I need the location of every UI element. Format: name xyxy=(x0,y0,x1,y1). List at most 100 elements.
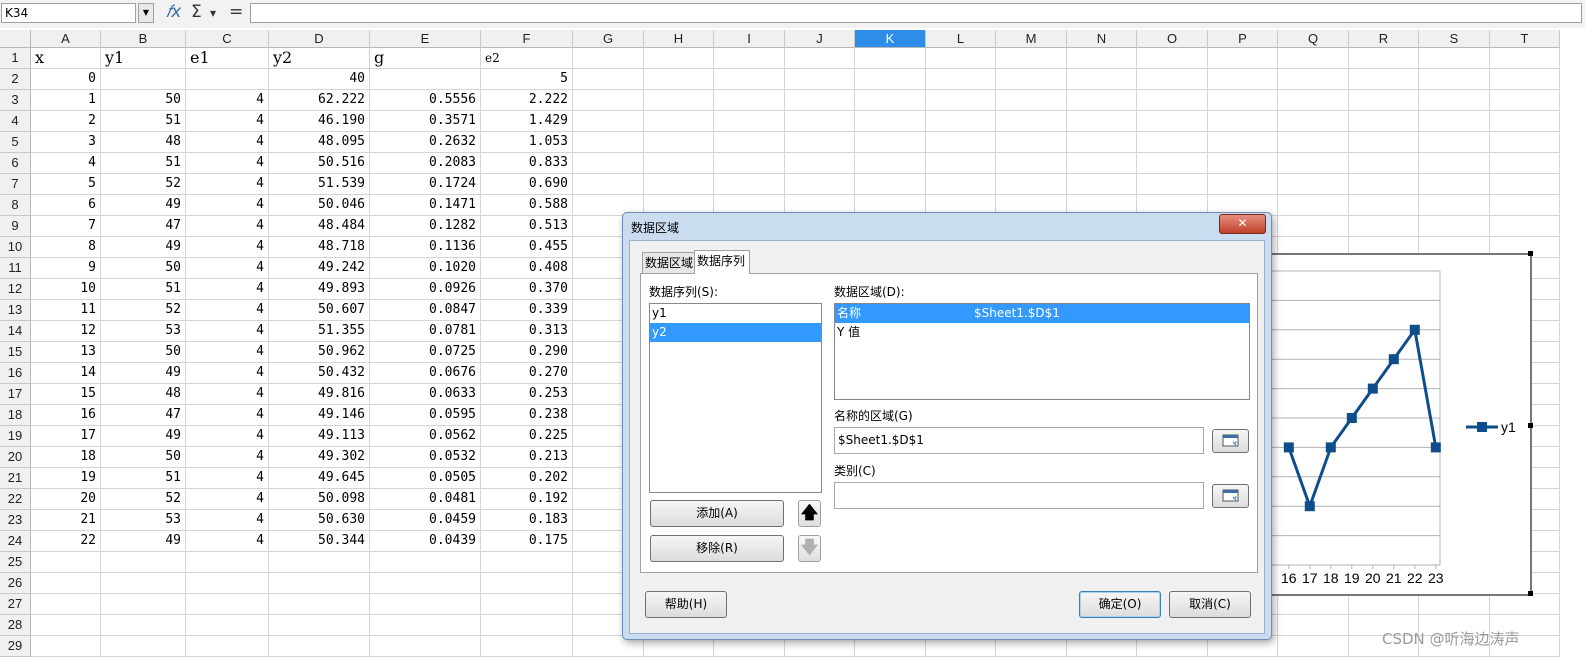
table-cell[interactable] xyxy=(573,90,644,111)
column-header-n[interactable]: N xyxy=(1067,30,1137,48)
table-cell[interactable]: 0.690 xyxy=(481,174,573,195)
table-cell[interactable]: 5 xyxy=(481,69,573,90)
table-cell[interactable] xyxy=(573,111,644,132)
column-header-e[interactable]: E xyxy=(370,30,481,48)
table-cell[interactable]: g xyxy=(370,48,481,69)
table-cell[interactable] xyxy=(31,552,101,573)
table-cell[interactable]: 48 xyxy=(101,384,186,405)
name-range-input[interactable]: $Sheet1.$D$1 xyxy=(834,427,1204,454)
column-header-j[interactable]: J xyxy=(785,30,855,48)
table-cell[interactable] xyxy=(370,573,481,594)
table-cell[interactable]: 50.962 xyxy=(269,342,370,363)
table-cell[interactable]: 4 xyxy=(186,153,269,174)
table-cell[interactable] xyxy=(269,573,370,594)
table-cell[interactable]: 1.429 xyxy=(481,111,573,132)
table-cell[interactable] xyxy=(855,153,926,174)
table-cell[interactable]: 4 xyxy=(186,132,269,153)
table-cell[interactable] xyxy=(186,573,269,594)
table-cell[interactable] xyxy=(1490,69,1560,90)
table-cell[interactable]: 17 xyxy=(31,426,101,447)
table-cell[interactable] xyxy=(481,552,573,573)
chart-resize-handle[interactable] xyxy=(1528,591,1533,596)
table-cell[interactable]: 4 xyxy=(186,321,269,342)
remove-series-button[interactable]: 移除(R) xyxy=(650,535,784,562)
table-cell[interactable] xyxy=(855,111,926,132)
table-cell[interactable] xyxy=(1419,90,1490,111)
table-cell[interactable]: 4 xyxy=(186,531,269,552)
table-cell[interactable] xyxy=(714,174,785,195)
row-header[interactable]: 12 xyxy=(0,279,31,300)
table-cell[interactable] xyxy=(1349,174,1419,195)
table-cell[interactable]: 22 xyxy=(31,531,101,552)
table-cell[interactable]: 0.588 xyxy=(481,195,573,216)
table-cell[interactable]: 51 xyxy=(101,111,186,132)
table-cell[interactable]: 0.213 xyxy=(481,447,573,468)
row-header[interactable]: 3 xyxy=(0,90,31,111)
table-cell[interactable]: 0.0676 xyxy=(370,363,481,384)
table-cell[interactable] xyxy=(1208,174,1278,195)
table-cell[interactable]: 0.313 xyxy=(481,321,573,342)
table-cell[interactable]: 0.455 xyxy=(481,237,573,258)
table-cell[interactable]: 48.718 xyxy=(269,237,370,258)
table-cell[interactable]: 0.1471 xyxy=(370,195,481,216)
table-cell[interactable] xyxy=(644,174,714,195)
table-cell[interactable]: 51 xyxy=(101,153,186,174)
table-cell[interactable] xyxy=(1278,615,1349,636)
row-header[interactable]: 10 xyxy=(0,237,31,258)
table-cell[interactable]: 50.516 xyxy=(269,153,370,174)
table-cell[interactable] xyxy=(1137,111,1208,132)
series-listbox[interactable]: y1 y2 xyxy=(649,303,822,493)
table-cell[interactable] xyxy=(1349,153,1419,174)
table-cell[interactable]: 0.0562 xyxy=(370,426,481,447)
table-cell[interactable]: 0.2632 xyxy=(370,132,481,153)
column-header-s[interactable]: S xyxy=(1419,30,1490,48)
table-cell[interactable]: 0.202 xyxy=(481,468,573,489)
table-cell[interactable]: 0.1724 xyxy=(370,174,481,195)
table-cell[interactable]: 48.484 xyxy=(269,216,370,237)
row-header[interactable]: 23 xyxy=(0,510,31,531)
table-cell[interactable]: 7 xyxy=(31,216,101,237)
table-cell[interactable] xyxy=(1067,48,1137,69)
table-cell[interactable] xyxy=(644,132,714,153)
table-cell[interactable] xyxy=(573,153,644,174)
row-header[interactable]: 24 xyxy=(0,531,31,552)
table-cell[interactable]: 50 xyxy=(101,447,186,468)
table-cell[interactable] xyxy=(1490,216,1560,237)
table-cell[interactable] xyxy=(1349,132,1419,153)
table-cell[interactable] xyxy=(1419,132,1490,153)
ok-button[interactable]: 确定(O) xyxy=(1079,591,1161,618)
table-cell[interactable]: 18 xyxy=(31,447,101,468)
shrink-name-range-button[interactable] xyxy=(1212,429,1249,453)
table-cell[interactable] xyxy=(1490,594,1560,615)
table-cell[interactable]: 4 xyxy=(31,153,101,174)
table-cell[interactable] xyxy=(1349,90,1419,111)
table-cell[interactable] xyxy=(714,69,785,90)
table-cell[interactable]: 52 xyxy=(101,489,186,510)
table-cell[interactable]: 49.893 xyxy=(269,279,370,300)
table-cell[interactable]: 0.0847 xyxy=(370,300,481,321)
row-header[interactable]: 13 xyxy=(0,300,31,321)
table-cell[interactable]: 0.1020 xyxy=(370,258,481,279)
table-cell[interactable] xyxy=(1490,111,1560,132)
table-cell[interactable]: 0.0439 xyxy=(370,531,481,552)
table-cell[interactable]: 0.2083 xyxy=(370,153,481,174)
column-header-q[interactable]: Q xyxy=(1278,30,1349,48)
table-cell[interactable] xyxy=(481,615,573,636)
table-cell[interactable]: 19 xyxy=(31,468,101,489)
table-cell[interactable] xyxy=(31,615,101,636)
table-cell[interactable] xyxy=(1137,48,1208,69)
table-cell[interactable]: 0.0481 xyxy=(370,489,481,510)
row-header[interactable]: 6 xyxy=(0,153,31,174)
table-cell[interactable] xyxy=(186,636,269,657)
table-cell[interactable]: 0.408 xyxy=(481,258,573,279)
table-cell[interactable]: 50 xyxy=(101,342,186,363)
table-cell[interactable] xyxy=(996,132,1067,153)
table-cell[interactable]: 0.0926 xyxy=(370,279,481,300)
table-cell[interactable]: 49.645 xyxy=(269,468,370,489)
table-cell[interactable] xyxy=(1208,69,1278,90)
table-cell[interactable] xyxy=(1419,216,1490,237)
table-cell[interactable]: e2 xyxy=(481,48,573,69)
table-cell[interactable] xyxy=(1067,69,1137,90)
row-header[interactable]: 26 xyxy=(0,573,31,594)
table-cell[interactable]: 0.370 xyxy=(481,279,573,300)
